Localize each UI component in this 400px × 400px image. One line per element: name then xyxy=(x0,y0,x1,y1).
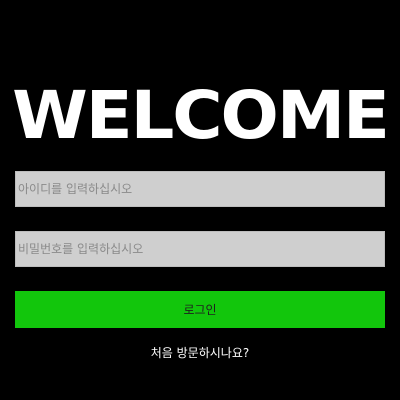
welcome-title: WELCOME xyxy=(12,77,390,154)
login-button[interactable]: 로그인 xyxy=(15,291,385,328)
id-input[interactable] xyxy=(15,171,385,207)
first-visit-link[interactable]: 처음 방문하시나요? xyxy=(0,345,400,361)
password-input[interactable] xyxy=(15,231,385,267)
login-page: WELCOME 로그인 처음 방문하시나요? xyxy=(0,0,400,400)
